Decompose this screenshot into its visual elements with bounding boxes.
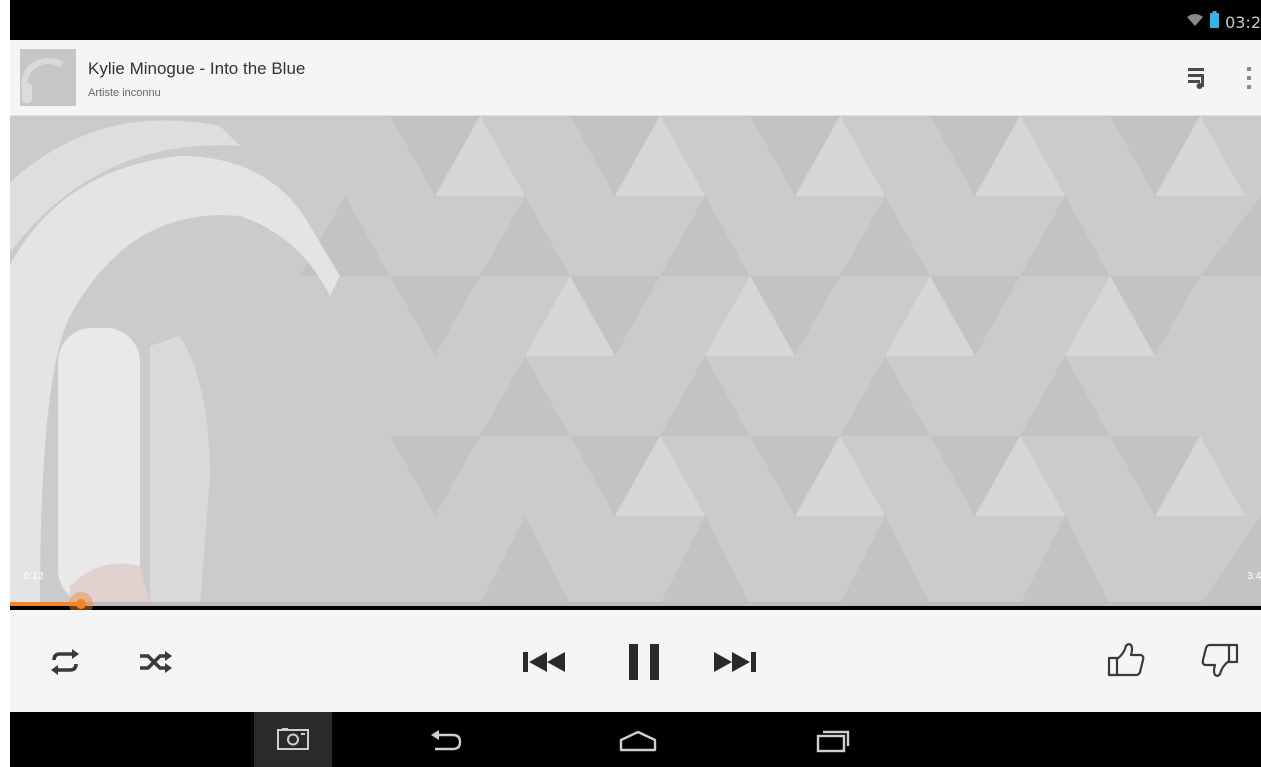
overflow-menu-icon[interactable] (1242, 64, 1256, 92)
now-playing-header[interactable]: Kylie Minogue - Into the Blue Artiste in… (10, 40, 1261, 116)
pause-icon[interactable] (627, 642, 663, 687)
previous-icon[interactable] (521, 650, 575, 679)
total-time: 3:4 (1247, 571, 1261, 582)
playback-controls (10, 610, 1261, 712)
elapsed-time: 0:12 (24, 571, 44, 582)
back-icon[interactable] (429, 730, 463, 759)
battery-icon (1210, 11, 1220, 33)
seek-bar-track (10, 602, 1261, 606)
recents-icon[interactable] (816, 727, 852, 758)
next-icon[interactable] (710, 650, 764, 679)
album-art-thumbnail[interactable] (20, 49, 76, 106)
repeat-icon[interactable] (48, 648, 82, 681)
screenshot-icon[interactable] (276, 727, 310, 756)
album-art[interactable]: 0:12 3:4 (10, 116, 1261, 604)
track-title: Kylie Minogue - Into the Blue (88, 59, 306, 78)
shuffle-icon[interactable] (138, 649, 174, 680)
seek-bar[interactable] (10, 592, 1261, 616)
queue-icon[interactable] (1187, 66, 1213, 90)
status-bar: 03:2 (10, 0, 1261, 40)
home-icon[interactable] (618, 730, 658, 757)
system-navigation-bar (10, 712, 1261, 767)
status-indicators: 03:2 (1186, 11, 1261, 33)
track-artist: Artiste inconnu (88, 87, 161, 99)
thumbs-up-icon[interactable] (1106, 642, 1146, 683)
wifi-icon (1186, 13, 1204, 32)
music-player-screen: 03:2 Kylie Minogue - Into the Blue Artis… (10, 0, 1261, 767)
thumbs-down-icon[interactable] (1200, 642, 1240, 683)
status-time: 03:2 (1225, 12, 1261, 32)
album-art-pattern (10, 116, 1261, 604)
